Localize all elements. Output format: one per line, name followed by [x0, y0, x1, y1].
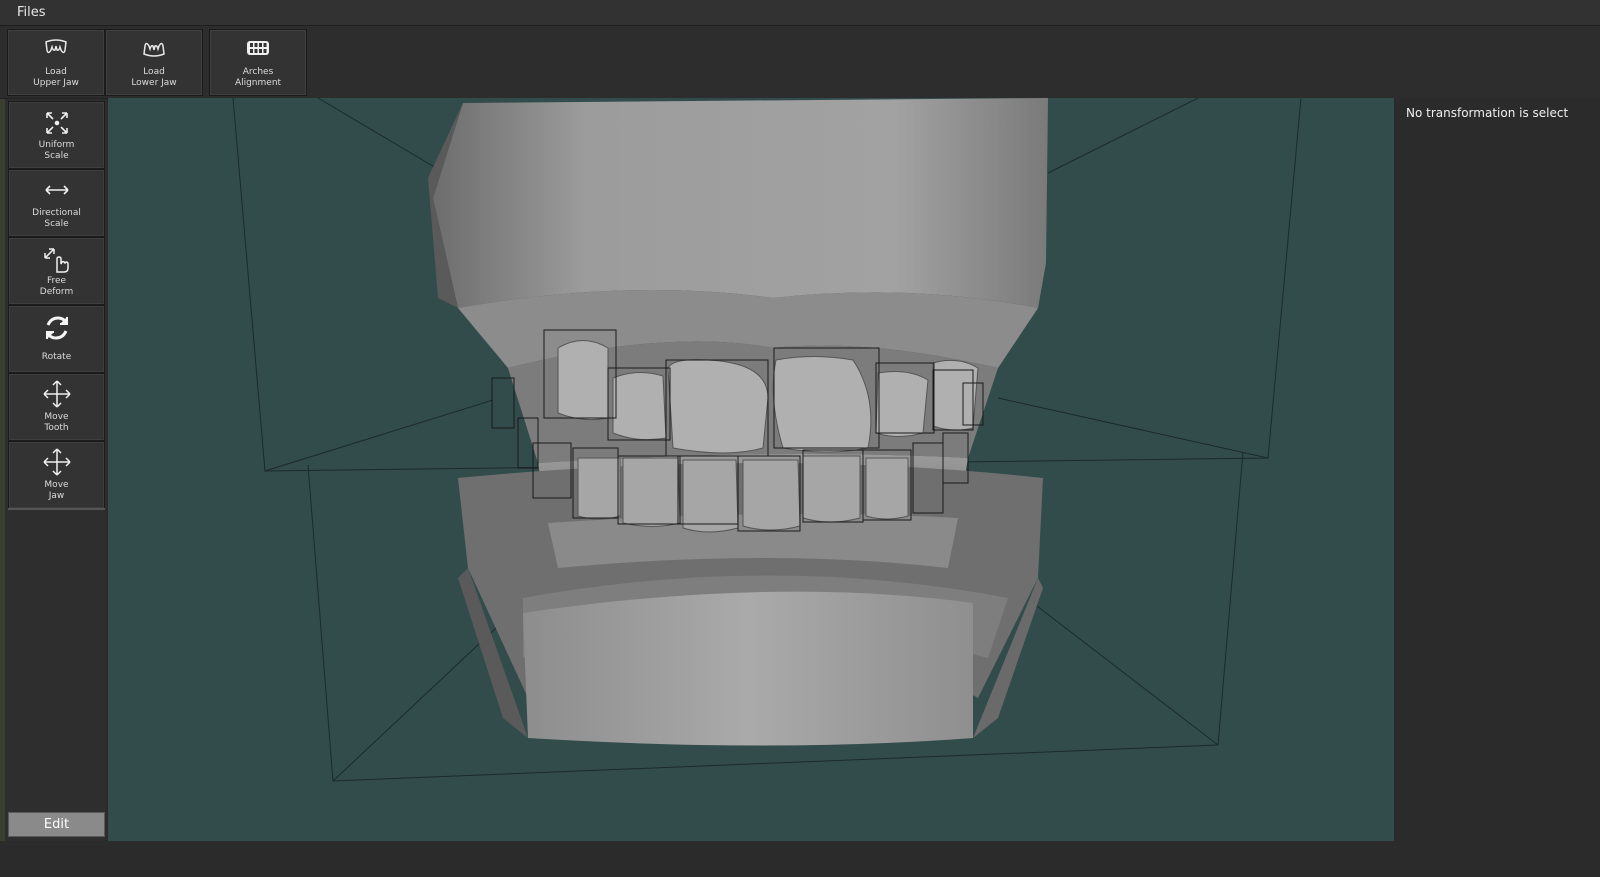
status-bar	[0, 841, 1600, 877]
jaw-model-render	[232, 98, 1302, 782]
rotate-label: Rotate	[41, 352, 72, 362]
move-jaw-icon	[9, 447, 104, 476]
move-tooth-icon	[9, 379, 104, 408]
move-jaw-label: Move Jaw	[44, 480, 69, 501]
uniform-scale-label: Uniform Scale	[38, 140, 75, 161]
arches-alignment-button[interactable]: Arches Alignment	[209, 29, 307, 96]
3d-viewport[interactable]	[108, 98, 1394, 841]
top-toolbar: Load Upper Jaw Load Lower Jaw Arches Ali…	[0, 26, 1600, 99]
sidebar-divider	[8, 508, 105, 510]
transformation-status-text: No transformation is select	[1406, 106, 1569, 120]
uniform-scale-button[interactable]: Uniform Scale	[8, 101, 105, 169]
free-deform-label: Free Deform	[39, 276, 74, 297]
rotate-icon	[9, 314, 104, 340]
directional-scale-icon	[9, 178, 104, 204]
tool-sidebar: Uniform Scale Directional Scale Free Def…	[5, 99, 106, 877]
free-deform-icon	[9, 246, 104, 273]
lower-jaw-icon	[106, 38, 202, 60]
load-upper-jaw-label: Load Upper Jaw	[33, 67, 79, 88]
uniform-scale-icon	[9, 110, 104, 136]
move-tooth-button[interactable]: Move Tooth	[8, 373, 105, 441]
upper-jaw-icon	[8, 38, 104, 60]
move-jaw-button[interactable]: Move Jaw	[8, 441, 105, 509]
directional-scale-label: Directional Scale	[32, 208, 81, 229]
load-lower-jaw-button[interactable]: Load Lower Jaw	[105, 29, 203, 96]
load-lower-jaw-label: Load Lower Jaw	[131, 67, 177, 88]
free-deform-button[interactable]: Free Deform	[8, 237, 105, 305]
edit-button[interactable]: Edit	[8, 812, 105, 837]
properties-panel: No transformation is select	[1394, 98, 1600, 841]
arches-alignment-icon	[210, 38, 306, 60]
arches-alignment-label: Arches Alignment	[234, 67, 282, 88]
rotate-button[interactable]: Rotate	[8, 305, 105, 373]
menu-bar: Files	[0, 0, 1600, 26]
load-upper-jaw-button[interactable]: Load Upper Jaw	[7, 29, 105, 96]
directional-scale-button[interactable]: Directional Scale	[8, 169, 105, 237]
move-tooth-label: Move Tooth	[44, 412, 69, 433]
menu-files[interactable]: Files	[17, 5, 46, 20]
